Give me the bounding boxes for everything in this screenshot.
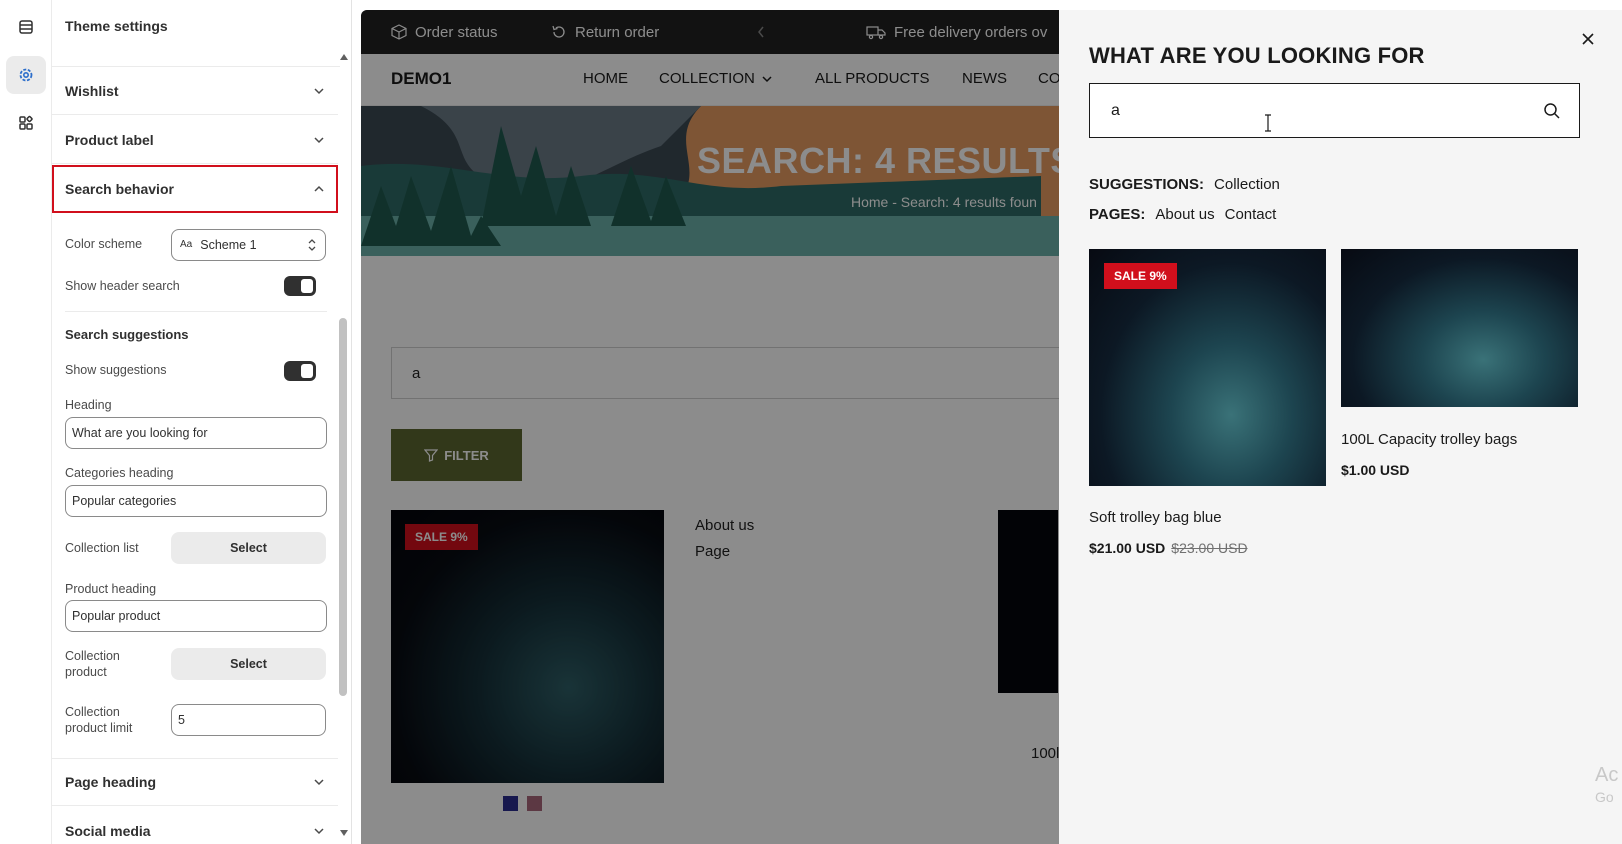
scrollbar-thumb[interactable]	[339, 318, 347, 696]
sections-icon	[19, 20, 33, 34]
label-line: Collection	[65, 649, 120, 663]
pages-label: PAGES:	[1089, 206, 1146, 223]
sections-nav-button[interactable]	[6, 8, 46, 46]
current-price: $21.00 USD	[1089, 540, 1166, 556]
page-link-about-us[interactable]: About us	[1155, 206, 1214, 223]
settings-title: Theme settings	[65, 18, 168, 34]
watermark-line: Go	[1595, 789, 1614, 805]
suggestions-label: SUGGESTIONS:	[1089, 176, 1205, 193]
section-product-label[interactable]: Product label	[52, 116, 338, 164]
section-wishlist[interactable]: Wishlist	[52, 67, 338, 115]
suggestion-link[interactable]: Collection	[1214, 176, 1280, 193]
section-label: Product label	[65, 131, 154, 148]
product-title[interactable]: Soft trolley bag blue	[1089, 509, 1222, 526]
collection-product-select-button[interactable]: Select	[171, 648, 326, 680]
close-button[interactable]	[1576, 27, 1600, 51]
drawer-title: WHAT ARE YOU LOOKING FOR	[1089, 43, 1425, 68]
search-suggestions-heading: Search suggestions	[65, 327, 189, 342]
pages-row: PAGES: About us Contact	[1089, 206, 1276, 223]
product-price: $1.00 USD	[1341, 462, 1409, 478]
section-search-behavior[interactable]: Search behavior	[52, 165, 338, 213]
gear-icon	[19, 68, 33, 82]
collection-product-limit-input[interactable]: 5	[171, 704, 326, 736]
show-suggestions-label: Show suggestions	[65, 363, 167, 377]
chevron-down-icon	[314, 87, 324, 94]
section-page-heading[interactable]: Page heading	[52, 758, 338, 806]
label-line: Collection	[65, 705, 120, 719]
section-social-media[interactable]: Social media	[52, 807, 338, 844]
label-line: product	[65, 665, 107, 679]
show-suggestions-toggle[interactable]	[284, 361, 316, 381]
collection-product-label: Collection product	[65, 648, 120, 680]
search-drawer: WHAT ARE YOU LOOKING FOR a SUGGESTIONS: …	[1059, 10, 1622, 844]
product-heading-label: Product heading	[65, 582, 157, 596]
text-cursor-icon	[1265, 114, 1271, 132]
categories-heading-input[interactable]: Popular categories	[65, 485, 327, 517]
compare-at-price: $23.00 USD	[1171, 540, 1248, 556]
chevron-up-icon	[314, 185, 324, 192]
sale-badge: SALE 9%	[1104, 263, 1177, 289]
theme-settings-panel: Theme settings Wishlist Product label Se…	[52, 0, 352, 844]
scroll-down-arrow-icon[interactable]	[340, 830, 348, 836]
watermark-line: Ac	[1595, 764, 1619, 786]
current-price: $1.00 USD	[1341, 462, 1410, 478]
color-scheme-value: Scheme 1	[200, 238, 257, 252]
section-label: Wishlist	[65, 82, 119, 99]
search-icon[interactable]	[1543, 102, 1561, 120]
scroll-up-arrow-icon[interactable]	[340, 54, 348, 60]
label-line: product limit	[65, 721, 133, 735]
product-price: $21.00 USD $23.00 USD	[1089, 540, 1248, 556]
collection-list-select-button[interactable]: Select	[171, 532, 326, 564]
scheme-swatch-icon: Aa	[180, 239, 193, 250]
page-link-contact[interactable]: Contact	[1225, 206, 1277, 223]
settings-scrollbar[interactable]	[338, 50, 348, 840]
chevron-down-icon	[314, 779, 324, 786]
left-rail	[0, 0, 52, 844]
divider	[65, 311, 327, 312]
apps-icon	[19, 115, 33, 130]
section-label: Social media	[65, 822, 151, 839]
apps-nav-button[interactable]	[6, 104, 46, 142]
chevron-down-icon	[314, 136, 324, 143]
suggestions-row: SUGGESTIONS: Collection	[1089, 176, 1280, 193]
color-scheme-label: Color scheme	[65, 237, 143, 251]
select-arrows-icon	[308, 239, 316, 251]
show-header-search-label: Show header search	[65, 279, 180, 293]
activation-watermark: Ac Go	[1595, 764, 1618, 808]
heading-input[interactable]: What are you looking for	[65, 417, 327, 449]
show-header-search-toggle[interactable]	[284, 276, 316, 296]
product-heading-input[interactable]: Popular product	[65, 600, 327, 632]
product-image[interactable]	[1341, 249, 1578, 407]
color-scheme-select[interactable]: Aa Scheme 1	[171, 229, 326, 261]
chevron-down-icon	[314, 827, 324, 834]
theme-settings-nav-button[interactable]	[6, 56, 46, 94]
section-label: Search behavior	[65, 181, 174, 197]
product-title[interactable]: 100L Capacity trolley bags	[1341, 431, 1517, 448]
categories-heading-label: Categories heading	[65, 466, 174, 480]
drawer-search-input[interactable]: a	[1089, 83, 1580, 138]
close-icon	[1582, 33, 1594, 45]
section-label: Page heading	[65, 774, 157, 790]
app-root: Theme settings Wishlist Product label Se…	[0, 0, 1622, 844]
product-image[interactable]: SALE 9%	[1089, 249, 1326, 486]
heading-label: Heading	[65, 398, 112, 412]
collection-product-limit-label: Collection product limit	[65, 704, 132, 736]
search-value: a	[1111, 101, 1120, 119]
collection-list-label: Collection list	[65, 541, 139, 555]
